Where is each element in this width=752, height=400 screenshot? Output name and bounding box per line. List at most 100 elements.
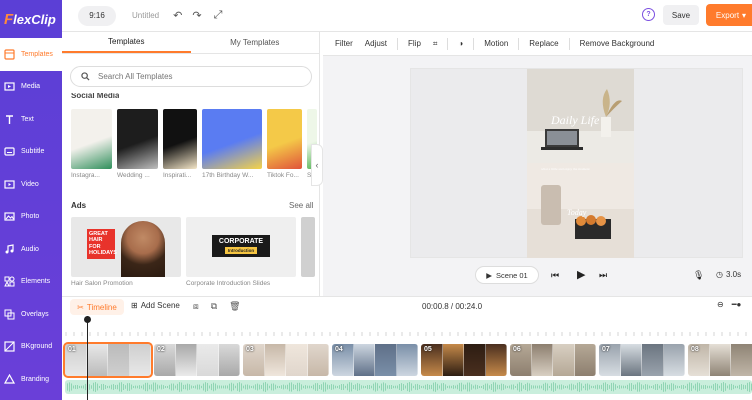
waveform-bar <box>449 385 450 389</box>
microphone-icon[interactable]: 🎙 <box>693 270 704 281</box>
waveform-bar <box>147 382 148 392</box>
sidebar-item-bkground[interactable]: BKground <box>0 331 62 364</box>
waveform-bar <box>155 382 156 392</box>
timeline-ruler[interactable] <box>62 316 752 342</box>
waveform-bar <box>499 384 500 390</box>
zoom-slider[interactable]: ━● <box>732 300 742 309</box>
waveform-bar <box>717 383 718 391</box>
template-card[interactable]: Inspirati... <box>163 109 197 179</box>
scene-duration[interactable]: ◷ 3.0s <box>716 270 741 279</box>
scene-clip[interactable]: 02 <box>154 344 240 376</box>
template-label: Tiktok Fo... <box>267 172 299 179</box>
undo-icon[interactable]: ↶ <box>173 9 182 22</box>
waveform-bar <box>659 385 660 389</box>
waveform-bar <box>279 385 280 389</box>
play-icon[interactable]: ▶ <box>577 268 585 281</box>
sidebar-item-video[interactable]: Video <box>0 168 62 201</box>
zoom-out-icon[interactable]: ⊖ <box>717 300 724 309</box>
save-button[interactable]: Save <box>663 5 699 25</box>
sidebar-item-templates[interactable]: Templates <box>0 38 62 71</box>
waveform-bar <box>655 384 656 390</box>
remove-background-button[interactable]: Remove Background <box>574 39 661 48</box>
redo-icon[interactable]: ↷ <box>192 9 201 22</box>
sidebar-item-elements[interactable]: Elements <box>0 266 62 299</box>
sidebar-item-text[interactable]: Text <box>0 103 62 136</box>
crop-icon[interactable]: ⌗ <box>427 39 444 49</box>
waveform-bar <box>177 383 178 391</box>
sidebar-item-media[interactable]: Media <box>0 71 62 104</box>
template-thumbnail <box>202 109 262 169</box>
waveform-bar <box>735 385 736 389</box>
clip-number: 07 <box>602 346 610 353</box>
scene-clip[interactable]: 06 <box>510 344 596 376</box>
scene-clip[interactable]: 01 <box>63 342 153 378</box>
template-card[interactable]: CORPORATE Introduction Corporate Introduct… <box>186 217 296 287</box>
waveform-bar <box>445 384 446 390</box>
sidebar-item-branding[interactable]: Branding <box>0 363 62 396</box>
waveform-bar <box>489 385 490 389</box>
waveform-bar <box>583 385 584 389</box>
collapse-panel-button[interactable]: ‹ <box>311 144 323 186</box>
waveform-bar <box>589 384 590 390</box>
waveform-bar <box>175 385 176 389</box>
next-scene-icon[interactable]: ⏭ <box>599 270 607 281</box>
clip-number: 06 <box>513 346 521 353</box>
video-canvas[interactable]: Daily Life what a little and enjoy the m… <box>527 69 634 258</box>
photo-icon <box>4 211 15 222</box>
waveform-bar <box>407 382 408 392</box>
scene-selector[interactable]: ▶ Scene 01 <box>475 266 539 284</box>
add-scene-button[interactable]: ⊞ Add Scene <box>131 301 180 310</box>
split-icon[interactable]: ⧈ <box>193 301 199 312</box>
timeline-toggle-button[interactable]: ✂ Timeline <box>70 299 124 315</box>
waveform-bar <box>391 384 392 390</box>
sidebar-item-overlays[interactable]: Overlays <box>0 298 62 331</box>
template-card[interactable] <box>301 217 315 287</box>
waveform-bar <box>547 383 548 391</box>
template-card[interactable]: 17th Birthday W... <box>202 109 262 179</box>
search-input[interactable] <box>98 72 298 81</box>
waveform-bar <box>297 382 298 392</box>
sidebar-item-audio[interactable]: Audio <box>0 233 62 266</box>
see-all-link[interactable]: See all <box>289 201 313 210</box>
tab-templates[interactable]: Templates <box>62 32 191 53</box>
sidebar-item-photo[interactable]: Photo <box>0 201 62 234</box>
fullscreen-icon[interactable]: ⤢ <box>214 9 223 22</box>
waveform-bar <box>495 382 496 392</box>
aspect-ratio-button[interactable]: 9:16 <box>78 5 116 26</box>
canvas-subline: what a little and enjoy the moment <box>541 167 590 171</box>
waveform-bar <box>287 384 288 390</box>
clip-number: 04 <box>335 346 343 353</box>
delete-icon[interactable]: 🗑 <box>229 301 240 312</box>
scene-clip[interactable]: 03 <box>243 344 329 376</box>
sidebar-item-subtitle[interactable]: Subtitle <box>0 136 62 169</box>
waveform-bar <box>165 385 166 389</box>
scene-clip[interactable]: 07 <box>599 344 685 376</box>
clock-icon: ◷ <box>716 270 723 279</box>
adjust-button[interactable]: Adjust <box>359 39 393 48</box>
template-card[interactable]: Instagra... <box>71 109 112 179</box>
corporate-sub: Introduction <box>224 247 258 254</box>
template-card[interactable]: Tiktok Fo... <box>267 109 302 179</box>
export-button[interactable]: Export ▾ <box>706 4 752 26</box>
template-card[interactable]: GREAT HAIR FOR HOLIDAYS Hair Salon Promot… <box>71 217 181 287</box>
audio-track[interactable] <box>65 380 752 394</box>
flip-button[interactable]: Flip <box>402 39 427 48</box>
color-icon[interactable]: ◑ <box>452 39 469 48</box>
playhead[interactable] <box>84 316 91 400</box>
flexclip-logo[interactable]: FlexClip <box>0 0 62 38</box>
waveform-bar <box>699 383 700 391</box>
replace-button[interactable]: Replace <box>523 39 564 48</box>
motion-button[interactable]: Motion <box>478 39 514 48</box>
scene-clip[interactable]: 05 <box>421 344 507 376</box>
duplicate-icon[interactable]: ⧉ <box>211 301 217 312</box>
waveform-bar <box>601 384 602 390</box>
section-title-social-media: Social Media <box>71 93 120 99</box>
help-icon[interactable]: ? <box>642 8 655 21</box>
tab-my-templates[interactable]: My Templates <box>191 32 320 53</box>
project-title[interactable]: Untitled <box>132 11 159 20</box>
previous-scene-icon[interactable]: ⏮ <box>551 270 559 281</box>
scene-clip[interactable]: 04 <box>332 344 418 376</box>
scene-clip[interactable]: 08 <box>688 344 752 376</box>
template-card[interactable]: Wedding ... <box>117 109 158 179</box>
filter-button[interactable]: Filter <box>329 39 359 48</box>
